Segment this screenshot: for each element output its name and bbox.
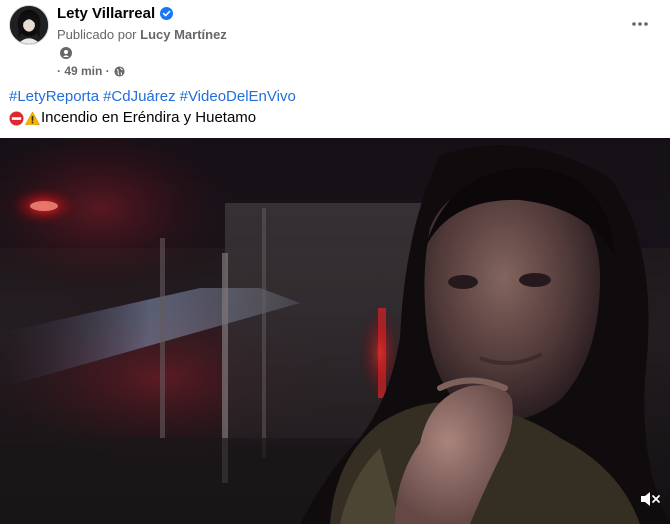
author-name[interactable]: Lety Villarreal bbox=[57, 5, 155, 22]
post-meta: · 49 min · bbox=[57, 64, 125, 78]
hashtag-letyreporta[interactable]: #LetyReporta bbox=[9, 87, 99, 107]
more-options-button[interactable] bbox=[628, 12, 652, 36]
hashtag-videodelenvivo[interactable]: #VideoDelEnVivo bbox=[180, 87, 296, 107]
post-text: #LetyReporta #CdJuárez #VideoDelEnVivo I… bbox=[9, 87, 659, 128]
hashtag-list: #LetyReporta #CdJuárez #VideoDelEnVivo bbox=[9, 87, 659, 107]
publisher-name[interactable]: Lucy Martínez bbox=[140, 27, 227, 42]
hashtag-cdjuarez[interactable]: #CdJuárez bbox=[103, 87, 176, 107]
caption-text: Incendio en Eréndira y Huetamo bbox=[41, 109, 257, 126]
role-icon bbox=[60, 47, 72, 59]
mute-button[interactable] bbox=[637, 488, 663, 510]
post-time[interactable]: · 49 min · bbox=[57, 64, 110, 78]
video-frame bbox=[0, 138, 670, 524]
post-header: Lety Villarreal Publicado por Lucy Martí… bbox=[0, 0, 670, 84]
globe-icon[interactable] bbox=[114, 65, 125, 77]
no-entry-icon bbox=[9, 110, 24, 126]
published-by-label: Publicado por bbox=[57, 27, 137, 42]
warning-icon bbox=[25, 111, 40, 125]
published-by-line: Publicado por Lucy Martínez bbox=[57, 27, 227, 42]
caption-line: Incendio en Eréndira y Huetamo bbox=[9, 108, 659, 128]
avatar[interactable] bbox=[9, 5, 49, 45]
video-player[interactable] bbox=[0, 138, 670, 524]
verified-badge-icon bbox=[160, 7, 174, 20]
volume-muted-icon bbox=[641, 492, 660, 506]
more-options-icon bbox=[632, 22, 648, 26]
author-line: Lety Villarreal bbox=[57, 5, 174, 22]
